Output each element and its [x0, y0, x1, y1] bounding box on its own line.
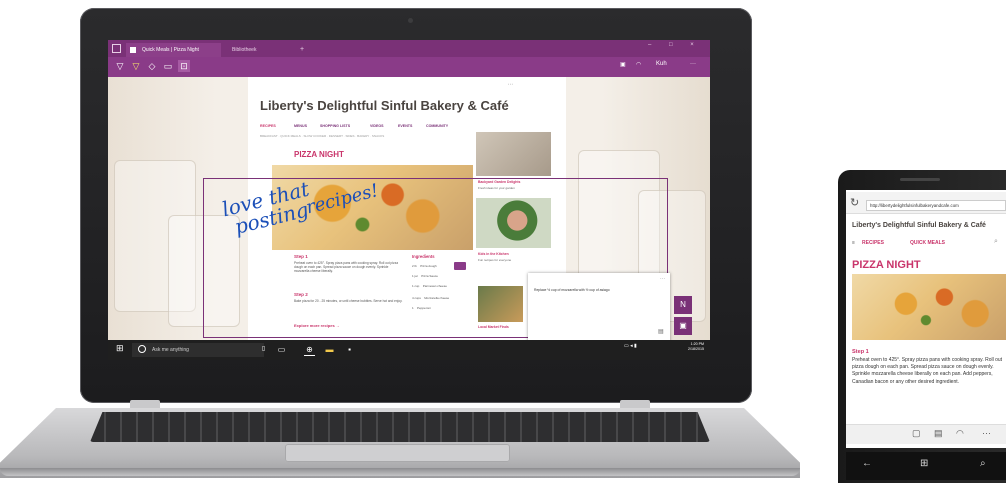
- onenote-icon[interactable]: N: [674, 296, 692, 314]
- store-icon[interactable]: ▪: [344, 344, 355, 355]
- phone-windows-icon[interactable]: ⊞: [920, 458, 928, 469]
- sidebar-jars-image[interactable]: [476, 132, 551, 176]
- keyboard: [90, 412, 710, 442]
- pen-icon[interactable]: ▽: [114, 60, 126, 72]
- phone-step-text: Preheat oven to 425°. Spray pizza pans w…: [852, 357, 1003, 385]
- task-view-icon[interactable]: ▭: [276, 344, 287, 355]
- comment-delete-icon[interactable]: ▤: [658, 328, 664, 335]
- comment-text: Replace ½ cup of mozzarella with ½ cup o…: [534, 288, 610, 292]
- camera: [408, 18, 413, 23]
- eraser-icon[interactable]: ◇: [146, 60, 158, 72]
- phone-url-field[interactable]: http://libertydelightfulsinfulbakeryandc…: [866, 200, 1006, 211]
- phone-recipe-title: PIZZA NIGHT: [852, 259, 921, 271]
- phone-tabs-icon[interactable]: ▢: [912, 428, 921, 439]
- phone-search-icon[interactable]: ⌕: [994, 238, 998, 246]
- mic-icon[interactable]: ▯: [258, 344, 269, 355]
- nav-community[interactable]: COMMUNITY: [426, 124, 448, 128]
- laptop-screen: Quick Meals | Pizza Night Bibliotheek + …: [108, 40, 710, 360]
- clip-icon[interactable]: ⊡: [178, 60, 190, 72]
- site-title: Liberty's Delightful Sinful Bakery & Caf…: [260, 98, 509, 113]
- window-controls[interactable]: – □ ×: [648, 42, 702, 48]
- phone-nav-recipes[interactable]: RECIPES: [862, 240, 884, 246]
- nav-recipes[interactable]: RECIPES: [260, 124, 276, 128]
- comment-card[interactable]: [528, 273, 670, 343]
- recipe-title: PIZZA NIGHT: [294, 150, 344, 159]
- phone-menu-icon[interactable]: ≡: [852, 240, 855, 246]
- comment-marker-icon[interactable]: [454, 262, 466, 270]
- cortana-icon: [138, 345, 146, 353]
- more-icon[interactable]: ···: [690, 61, 696, 67]
- top-links[interactable]: • • •: [508, 82, 513, 86]
- toolbar-exit-label[interactable]: Kuh: [656, 61, 667, 67]
- tab-bibliotheek[interactable]: Bibliotheek: [224, 43, 296, 57]
- phone-reading-icon[interactable]: ▤: [934, 428, 943, 439]
- phone-nav-quick-meals[interactable]: QUICK MEALS: [910, 240, 945, 246]
- tab-favicon-icon: [130, 47, 136, 53]
- file-explorer-icon[interactable]: ▬: [324, 344, 335, 355]
- tab-quick-meals[interactable]: Quick Meals | Pizza Night: [126, 43, 221, 57]
- reading-list-icon[interactable]: ▣: [674, 317, 692, 335]
- search-placeholder: Ask me anything: [152, 347, 189, 353]
- laptop-front-edge: [0, 468, 800, 476]
- nav-menus[interactable]: MENUS: [294, 124, 307, 128]
- phone-back-icon[interactable]: ←: [862, 458, 872, 469]
- taskbar-clock[interactable]: 1:20 PM 2/18/2015: [674, 342, 704, 352]
- phone-step-heading: Step 1: [852, 349, 869, 355]
- comment-menu-icon[interactable]: ···: [660, 276, 665, 282]
- highlighter-icon[interactable]: ▽: [130, 60, 142, 72]
- nav-shopping-lists[interactable]: SHOPPING LISTS: [320, 124, 350, 128]
- new-tab-button[interactable]: +: [300, 43, 304, 57]
- sub-navigation[interactable]: BREAKFAST · QUICK MEALS · SLOW COOKER · …: [260, 134, 384, 138]
- nav-events[interactable]: EVENTS: [398, 124, 412, 128]
- phone-search-button-icon[interactable]: ⌕: [980, 458, 986, 469]
- trackpad: [285, 444, 510, 462]
- browser-taskbar-icon[interactable]: ⊕: [304, 344, 315, 356]
- phone-share-icon[interactable]: ◠: [956, 428, 964, 439]
- phone-site-title: Liberty's Delightful Sinful Bakery & Caf…: [852, 222, 986, 229]
- tab-list-icon[interactable]: [112, 44, 121, 53]
- clock-date: 2/18/2015: [688, 347, 704, 351]
- save-icon[interactable]: ▣: [620, 61, 626, 68]
- phone-more-icon[interactable]: ···: [982, 428, 991, 438]
- refresh-icon[interactable]: ↻: [850, 196, 859, 209]
- phone-speaker: [900, 178, 940, 181]
- share-icon[interactable]: ◠: [636, 61, 641, 68]
- phone-pizza-image: [852, 274, 1006, 340]
- system-tray-icons[interactable]: ▭ ◂ ▮: [624, 343, 637, 349]
- nav-videos[interactable]: VIDEOS: [370, 124, 384, 128]
- start-icon[interactable]: ⊞: [116, 343, 124, 354]
- comment-icon[interactable]: ▭: [162, 60, 174, 72]
